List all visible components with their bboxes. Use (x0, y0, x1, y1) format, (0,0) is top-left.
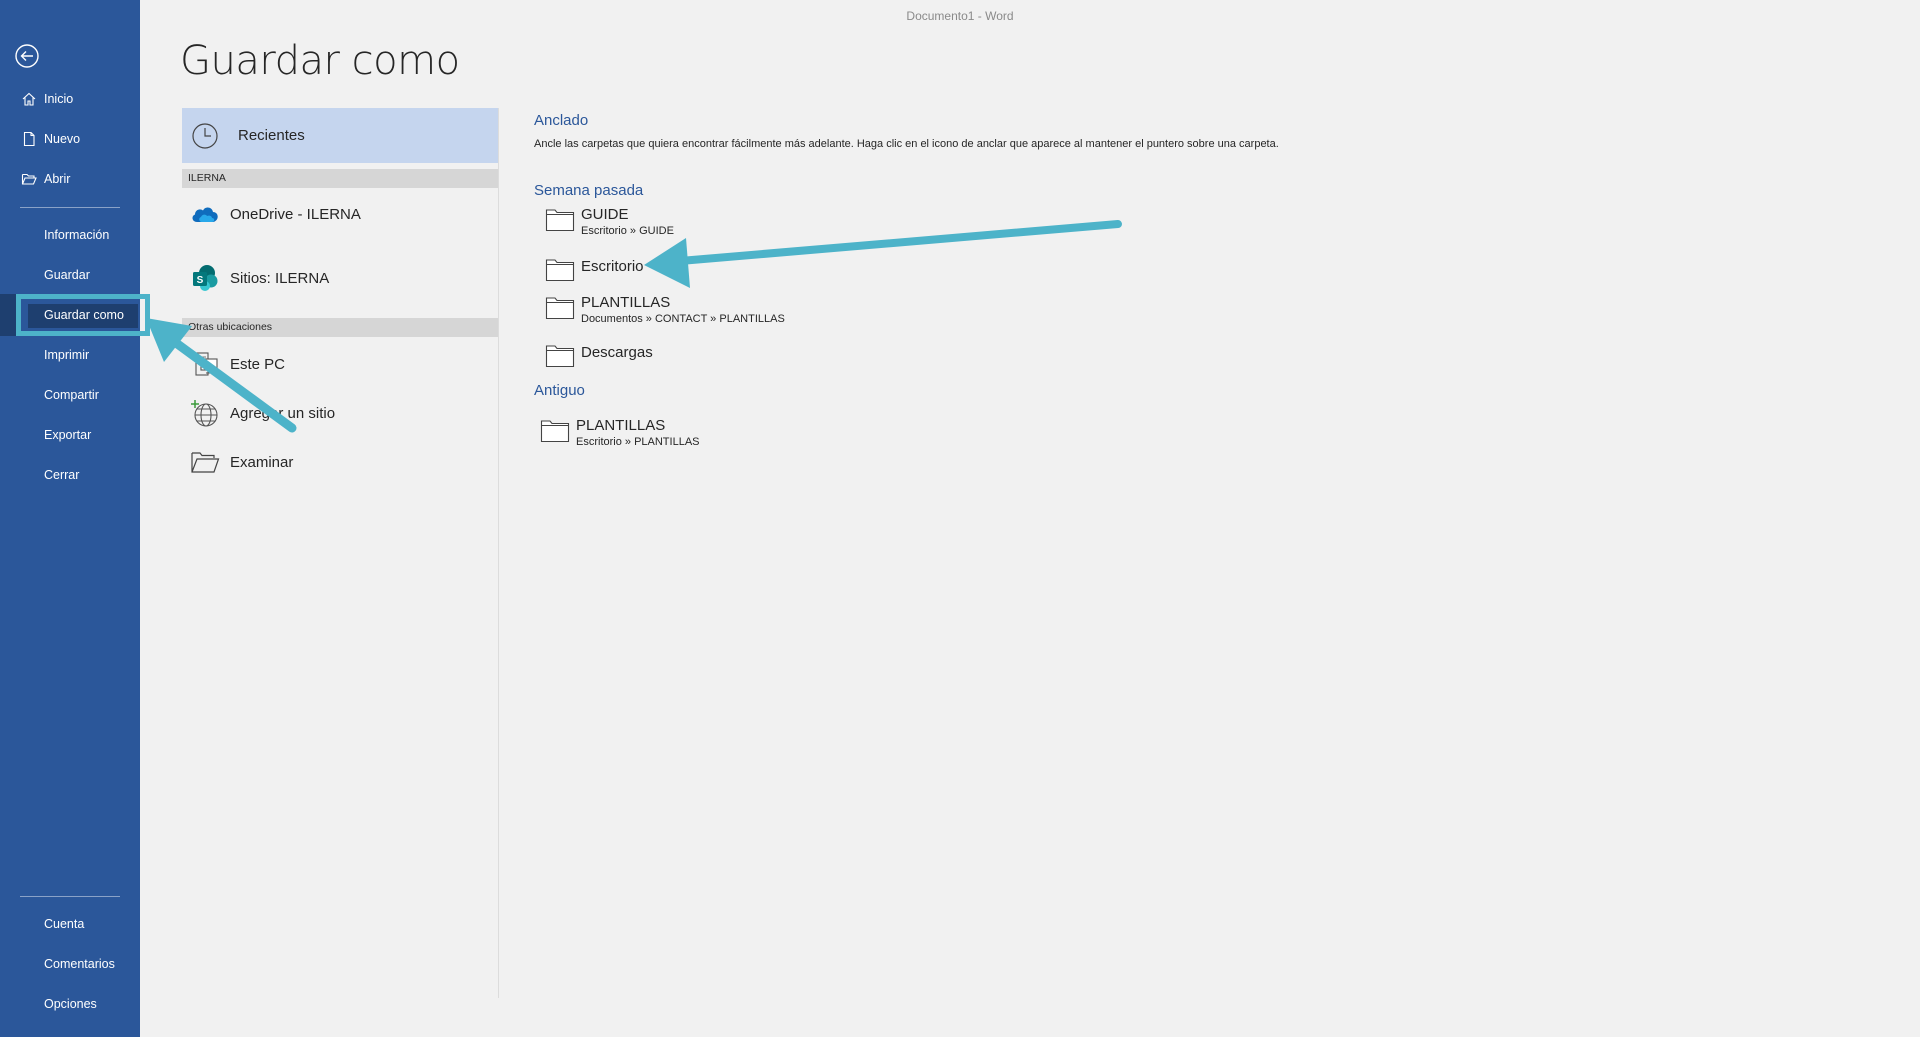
globe-icon (188, 396, 222, 430)
nav-cuenta[interactable]: Cuenta (0, 907, 140, 941)
folder-item[interactable]: PLANTILLAS Escritorio » PLANTILLAS (540, 417, 700, 449)
location-label: OneDrive - ILERNA (230, 205, 361, 223)
nav-compartir[interactable]: Compartir (0, 378, 140, 412)
folder-name: GUIDE (581, 206, 629, 223)
clock-icon (188, 119, 222, 153)
location-this-pc[interactable]: Este PC (182, 344, 498, 384)
folder-item[interactable]: GUIDE Escritorio » GUIDE (545, 206, 674, 238)
location-label: Este PC (230, 355, 286, 373)
nav-opciones[interactable]: Opciones (0, 987, 140, 1021)
back-arrow-icon (15, 44, 39, 68)
nav-label: Inicio (44, 92, 74, 106)
folder-path: Escritorio » GUIDE (581, 225, 674, 237)
group-header-other: Otras ubicaciones (182, 318, 498, 337)
new-doc-icon (20, 130, 38, 148)
section-older-title: Antiguo (534, 382, 585, 399)
nav-nuevo[interactable]: Nuevo (0, 122, 140, 156)
nav-label: Cuenta (44, 917, 85, 931)
nav-label: Nuevo (44, 132, 81, 146)
location-browse[interactable]: Examinar (182, 442, 498, 482)
section-pinned-title: Anclado (534, 112, 589, 129)
folder-item[interactable]: Escritorio (545, 256, 644, 282)
folder-item[interactable]: Descargas (545, 342, 653, 368)
nav-label: Opciones (44, 997, 97, 1011)
location-sharepoint[interactable]: S Sitios: ILERNA (182, 258, 498, 298)
svg-text:S: S (197, 275, 204, 286)
nav-separator (20, 896, 120, 897)
folder-icon (540, 420, 570, 443)
pc-icon (188, 347, 222, 381)
panel-divider (498, 108, 499, 998)
nav-label: Imprimir (44, 348, 90, 362)
folder-name: Escritorio (581, 258, 644, 275)
folder-icon (545, 297, 575, 320)
nav-label: Guardar como (44, 308, 124, 322)
nav-label: Compartir (44, 388, 99, 402)
group-header-ilerna: ILERNA (182, 169, 498, 188)
nav-inicio[interactable]: Inicio (0, 82, 140, 116)
annotation-arrow-escritorio (644, 220, 1122, 288)
location-recent[interactable]: Recientes (182, 108, 498, 163)
nav-label: Abrir (44, 172, 71, 186)
back-button[interactable] (14, 43, 40, 69)
folder-name: PLANTILLAS (581, 294, 671, 311)
nav-label: Comentarios (44, 957, 115, 971)
folder-name: Descargas (581, 344, 653, 361)
nav-cerrar[interactable]: Cerrar (0, 458, 140, 492)
nav-abrir[interactable]: Abrir (0, 162, 140, 196)
nav-exportar[interactable]: Exportar (0, 418, 140, 452)
nav-guardar-como[interactable]: Guardar como (0, 298, 140, 332)
folder-path: Documentos » CONTACT » PLANTILLAS (581, 313, 785, 325)
page-title: Guardar como (180, 38, 460, 84)
backstage-sidebar: Inicio Nuevo Abrir Información Guardar (0, 0, 140, 1037)
nav-informacion[interactable]: Información (0, 218, 140, 252)
nav-comentarios[interactable]: Comentarios (0, 947, 140, 981)
location-label: Examinar (230, 453, 294, 471)
folder-name: PLANTILLAS (576, 417, 666, 434)
folder-path: Escritorio » PLANTILLAS (576, 436, 700, 448)
section-last-week-title: Semana pasada (534, 182, 644, 199)
pinned-description: Ancle las carpetas que quiera encontrar … (534, 138, 1279, 150)
nav-separator (20, 207, 120, 208)
location-label: Recientes (238, 127, 305, 144)
folder-icon (545, 345, 575, 368)
nav-label: Información (44, 228, 110, 242)
nav-imprimir[interactable]: Imprimir (0, 338, 140, 372)
nav-label: Cerrar (44, 468, 80, 482)
window-title: Documento1 - Word (906, 9, 1014, 23)
onedrive-cloud-icon (188, 197, 222, 231)
folder-item[interactable]: PLANTILLAS Documentos » CONTACT » PLANTI… (545, 294, 785, 326)
open-folder-icon (20, 170, 38, 188)
home-icon (20, 90, 38, 108)
location-add-place[interactable]: Agregar un sitio (182, 393, 498, 433)
nav-label: Guardar (44, 268, 90, 282)
nav-guardar[interactable]: Guardar (0, 258, 140, 292)
sharepoint-icon: S (188, 261, 222, 295)
location-label: Sitios: ILERNA (230, 269, 330, 287)
nav-label: Exportar (44, 428, 92, 442)
location-onedrive[interactable]: OneDrive - ILERNA (182, 194, 498, 234)
folder-icon (545, 209, 575, 232)
folder-icon (545, 259, 575, 282)
location-label: Agregar un sitio (230, 404, 336, 422)
open-folder-icon (188, 445, 222, 479)
